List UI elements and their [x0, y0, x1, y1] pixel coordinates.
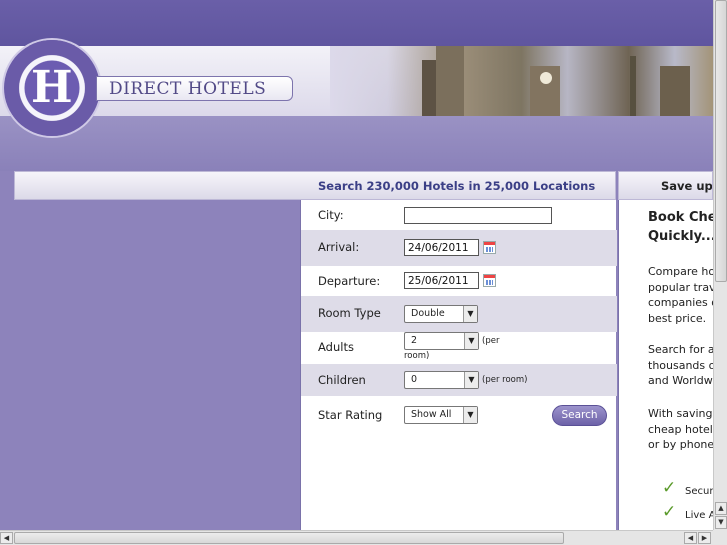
scroll-right-icon[interactable]: ▶: [698, 532, 711, 544]
departure-date-input[interactable]: [404, 272, 479, 289]
adults-select[interactable]: 2 ▼: [404, 332, 479, 350]
arrival-date-input[interactable]: [404, 239, 479, 256]
city-input[interactable]: [404, 207, 552, 224]
departure-label: Departure:: [318, 274, 381, 288]
purple-band: [0, 116, 713, 171]
room-type-select[interactable]: Double ▼: [404, 305, 478, 323]
chevron-down-icon: ▼: [464, 333, 478, 349]
chevron-down-icon: ▼: [464, 372, 478, 388]
promo-text: Compare hot: [648, 265, 713, 278]
hotel-search-form: City: Arrival: Departure: Room Type Doub…: [300, 200, 617, 530]
checkmark-icon: ✓: [662, 502, 677, 522]
promo-header-bar: Save up t: [618, 171, 713, 200]
star-rating-value: Show All: [411, 409, 452, 420]
departure-row: Departure:: [301, 266, 617, 296]
check-item-label: Live A: [685, 510, 713, 521]
promo-text: and Worldwic: [648, 374, 713, 387]
promo-paragraph-3: With savings cheap hotels or by phone!: [648, 406, 713, 453]
departure-calendar-icon[interactable]: [483, 274, 496, 287]
vertical-scrollbar[interactable]: ▲ ▼: [713, 0, 727, 530]
promo-text: thousands of: [648, 358, 713, 372]
brand-name-box[interactable]: DIRECT HOTELS: [96, 76, 293, 101]
check-item-label: Secure: [685, 486, 713, 497]
scroll-left-icon[interactable]: ◀: [0, 532, 13, 544]
adults-label: Adults: [318, 340, 354, 354]
adults-value: 2: [411, 335, 418, 346]
arrival-calendar-icon[interactable]: [483, 241, 496, 254]
adults-row: Adults 2 ▼ (per room): [301, 332, 617, 364]
adults-note: (per: [482, 336, 500, 346]
scrollbar-corner: [713, 530, 727, 545]
promo-title: Book Chea Quickly...: [648, 208, 713, 246]
horizontal-scrollbar[interactable]: ◀ ◀ ▶: [0, 530, 713, 545]
promo-text: cheap hotels: [648, 422, 713, 436]
arrival-row: Arrival:: [301, 230, 617, 266]
children-row: Children 0 ▼ (per room): [301, 364, 617, 396]
promo-text: With savings: [648, 407, 713, 420]
promo-title-line-1: Book Chea: [648, 210, 713, 225]
search-heading: Search 230,000 Hotels in 25,000 Location…: [318, 179, 596, 193]
city-row: City:: [301, 200, 617, 230]
promo-title-line-2: Quickly...: [648, 229, 713, 244]
promo-paragraph-2: Search for av thousands of and Worldwic: [648, 342, 713, 389]
search-button[interactable]: Search: [552, 405, 607, 426]
top-band: [0, 0, 713, 46]
adults-note-cont: room): [404, 351, 430, 361]
room-type-value: Double: [411, 308, 445, 319]
star-rating-label: Star Rating: [318, 408, 383, 422]
children-note: (per room): [482, 375, 528, 385]
search-header-bar: Search 230,000 Hotels in 25,000 Location…: [14, 171, 616, 200]
header-city-photo: [330, 46, 713, 116]
vertical-scroll-thumb[interactable]: [715, 0, 727, 282]
scroll-left-icon[interactable]: ◀: [684, 532, 697, 544]
logo-letter: H: [31, 62, 73, 113]
chevron-down-icon: ▼: [463, 407, 477, 423]
city-label: City:: [318, 208, 344, 222]
promo-pane: Book Chea Quickly... Compare hot popular…: [618, 200, 713, 530]
chevron-down-icon: ▼: [463, 306, 477, 322]
star-rating-select[interactable]: Show All ▼: [404, 406, 478, 424]
logo-icon[interactable]: H: [4, 40, 100, 136]
promo-text: companies o: [648, 296, 713, 309]
children-value: 0: [411, 374, 418, 385]
scroll-down-icon[interactable]: ▼: [715, 516, 727, 529]
children-select[interactable]: 0 ▼: [404, 371, 479, 389]
room-type-label: Room Type: [318, 306, 381, 320]
arrival-label: Arrival:: [318, 240, 360, 254]
promo-text: best price.: [648, 311, 707, 325]
horizontal-scroll-thumb[interactable]: [14, 532, 564, 544]
promo-text: Search for av: [648, 343, 713, 356]
brand-name: DIRECT HOTELS: [109, 79, 267, 99]
promo-text: or by phone!: [648, 438, 713, 451]
room-type-row: Room Type Double ▼: [301, 296, 617, 332]
promo-text: popular trave: [648, 280, 713, 294]
checkmark-icon: ✓: [662, 478, 677, 498]
promo-heading: Save up t: [661, 179, 713, 193]
left-empty-pane: [14, 200, 300, 530]
scroll-up-icon[interactable]: ▲: [715, 502, 727, 515]
children-label: Children: [318, 373, 366, 387]
promo-paragraph-1: Compare hot popular trave companies o be…: [648, 264, 713, 326]
